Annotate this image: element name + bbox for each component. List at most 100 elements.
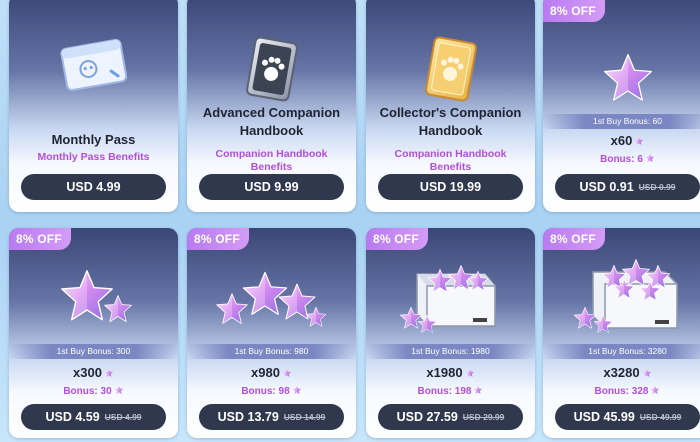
gem-quantity-text: x3280 bbox=[603, 365, 640, 380]
gem-icon bbox=[465, 368, 475, 378]
buy-button[interactable]: USD 27.59 USD 29.99 bbox=[378, 404, 523, 430]
silver-paw-card-icon bbox=[245, 36, 298, 102]
first-buy-label: 1st Buy Bonus: bbox=[588, 346, 646, 356]
star-gem-box-icon bbox=[399, 265, 496, 333]
first-buy-label: 1st Buy Bonus: bbox=[234, 346, 292, 356]
gem-quantity: x980 bbox=[187, 365, 356, 380]
buy-button[interactable]: USD 4.99 bbox=[21, 174, 166, 200]
product-card-gems-300[interactable]: 8% OFF 1st Buy Bonus: 300 x300 Bonus: 30… bbox=[9, 228, 178, 438]
bonus-text: Bonus: 198 bbox=[417, 386, 472, 397]
art-area bbox=[9, 254, 178, 342]
gem-quantity: x300 bbox=[9, 365, 178, 380]
original-price: USD 4.99 bbox=[104, 412, 142, 422]
product-card-gems-60[interactable]: 8% OFF 1st Buy Bonus: 60 x60 Bonus: 6 US… bbox=[543, 0, 700, 212]
discount-badge: 8% OFF bbox=[543, 0, 605, 22]
art-area bbox=[543, 48, 700, 114]
buy-button[interactable]: USD 45.99 USD 49.99 bbox=[555, 404, 700, 430]
bonus-amount: Bonus: 6 bbox=[543, 153, 700, 165]
buy-button[interactable]: USD 19.99 bbox=[378, 174, 523, 200]
gem-icon bbox=[650, 385, 660, 395]
discount-badge: 8% OFF bbox=[187, 228, 249, 250]
product-subtitle[interactable]: Companion Handbook Benefits bbox=[376, 148, 525, 174]
original-price: USD 29.99 bbox=[462, 412, 505, 422]
product-card-gems-1980[interactable]: 8% OFF 1st Buy Bonus: 1980 x1980 Bonus: … bbox=[366, 228, 535, 438]
first-buy-bonus-strip: 1st Buy Bonus: 1980 bbox=[366, 344, 535, 359]
bonus-amount: Bonus: 198 bbox=[366, 385, 535, 397]
art-area bbox=[543, 254, 700, 342]
art-area bbox=[366, 254, 535, 342]
first-buy-value: 1980 bbox=[470, 346, 490, 356]
gem-icon bbox=[473, 385, 483, 395]
art-area bbox=[9, 36, 178, 106]
first-buy-bonus-strip: 1st Buy Bonus: 300 bbox=[9, 344, 178, 359]
gem-quantity-text: x60 bbox=[610, 133, 633, 148]
discount-badge: 8% OFF bbox=[9, 228, 71, 250]
bonus-amount: Bonus: 328 bbox=[543, 385, 700, 397]
gem-icon bbox=[634, 136, 644, 146]
gem-quantity: x1980 bbox=[366, 365, 535, 380]
price-label: USD 0.91 bbox=[579, 180, 634, 194]
product-title: Monthly Pass bbox=[51, 132, 136, 147]
star-gem-big-box-icon bbox=[573, 259, 678, 333]
star-gem-cluster-icon bbox=[215, 271, 326, 327]
first-buy-label: 1st Buy Bonus: bbox=[411, 346, 469, 356]
discount-badge: 8% OFF bbox=[543, 228, 605, 250]
buy-button[interactable]: USD 9.99 bbox=[199, 174, 344, 200]
gem-quantity: x3280 bbox=[543, 365, 700, 380]
bonus-amount: Bonus: 98 bbox=[187, 385, 356, 397]
gem-icon bbox=[292, 385, 302, 395]
gem-quantity: x60 bbox=[543, 133, 700, 148]
first-buy-bonus-strip: 1st Buy Bonus: 60 bbox=[543, 114, 700, 129]
star-gem-pair-icon bbox=[60, 270, 132, 323]
product-card-collectors-handbook[interactable]: Collector's Companion Handbook Companion… bbox=[366, 0, 535, 212]
first-buy-bonus-strip: 1st Buy Bonus: 3280 bbox=[543, 344, 700, 359]
product-card-monthly-pass[interactable]: Monthly Pass Monthly Pass Benefits USD 4… bbox=[9, 0, 178, 212]
first-buy-bonus-strip: 1st Buy Bonus: 980 bbox=[187, 344, 356, 359]
bonus-amount: Bonus: 30 bbox=[9, 385, 178, 397]
star-gem-icon bbox=[603, 53, 652, 101]
gem-icon bbox=[114, 385, 124, 395]
gem-icon bbox=[645, 153, 655, 163]
product-card-gems-980[interactable]: 8% OFF 1st Buy Bonus: 980 x980 Bonus: 98… bbox=[187, 228, 356, 438]
gem-icon bbox=[282, 368, 292, 378]
original-price: USD 0.99 bbox=[638, 182, 676, 192]
original-price: USD 14.99 bbox=[283, 412, 326, 422]
gem-icon bbox=[642, 368, 652, 378]
bonus-text: Bonus: 98 bbox=[241, 386, 290, 397]
bonus-text: Bonus: 6 bbox=[600, 154, 643, 165]
product-card-gems-3280[interactable]: 8% OFF 1st Buy Bonus: 3280 x3280 Bonus: … bbox=[543, 228, 700, 438]
buy-button[interactable]: USD 4.59 USD 4.99 bbox=[21, 404, 166, 430]
price-label: USD 27.59 bbox=[396, 410, 458, 424]
first-buy-value: 300 bbox=[116, 346, 131, 356]
art-area bbox=[187, 36, 356, 106]
discount-badge: 8% OFF bbox=[366, 228, 428, 250]
gold-paw-card-icon bbox=[424, 36, 477, 102]
price-label: USD 19.99 bbox=[419, 180, 482, 194]
product-subtitle[interactable]: Companion Handbook Benefits bbox=[197, 148, 346, 174]
first-buy-value: 980 bbox=[294, 346, 309, 356]
gem-quantity-text: x300 bbox=[73, 365, 102, 380]
product-title: Collector's Companion Handbook bbox=[379, 105, 522, 138]
first-buy-value: 60 bbox=[652, 116, 662, 126]
art-area bbox=[187, 254, 356, 342]
price-label: USD 45.99 bbox=[573, 410, 635, 424]
bonus-text: Bonus: 30 bbox=[63, 386, 112, 397]
product-title: Advanced Companion Handbook bbox=[202, 105, 341, 138]
price-label: USD 9.99 bbox=[244, 180, 299, 194]
price-label: USD 4.99 bbox=[66, 180, 121, 194]
bonus-text: Bonus: 328 bbox=[594, 386, 649, 397]
first-buy-label: 1st Buy Bonus: bbox=[592, 116, 651, 126]
product-card-advanced-handbook[interactable]: Advanced Companion Handbook Companion Ha… bbox=[187, 0, 356, 212]
art-area bbox=[366, 36, 535, 106]
buy-button[interactable]: USD 0.91 USD 0.99 bbox=[555, 174, 700, 200]
buy-button[interactable]: USD 13.79 USD 14.99 bbox=[199, 404, 344, 430]
original-price: USD 49.99 bbox=[639, 412, 682, 422]
pass-card-icon bbox=[59, 38, 127, 92]
first-buy-label: 1st Buy Bonus: bbox=[56, 346, 114, 356]
first-buy-value: 3280 bbox=[647, 346, 667, 356]
price-label: USD 13.79 bbox=[217, 410, 279, 424]
price-label: USD 4.59 bbox=[45, 410, 100, 424]
product-subtitle[interactable]: Monthly Pass Benefits bbox=[19, 151, 168, 164]
gem-icon bbox=[104, 368, 114, 378]
gem-quantity-text: x980 bbox=[251, 365, 280, 380]
